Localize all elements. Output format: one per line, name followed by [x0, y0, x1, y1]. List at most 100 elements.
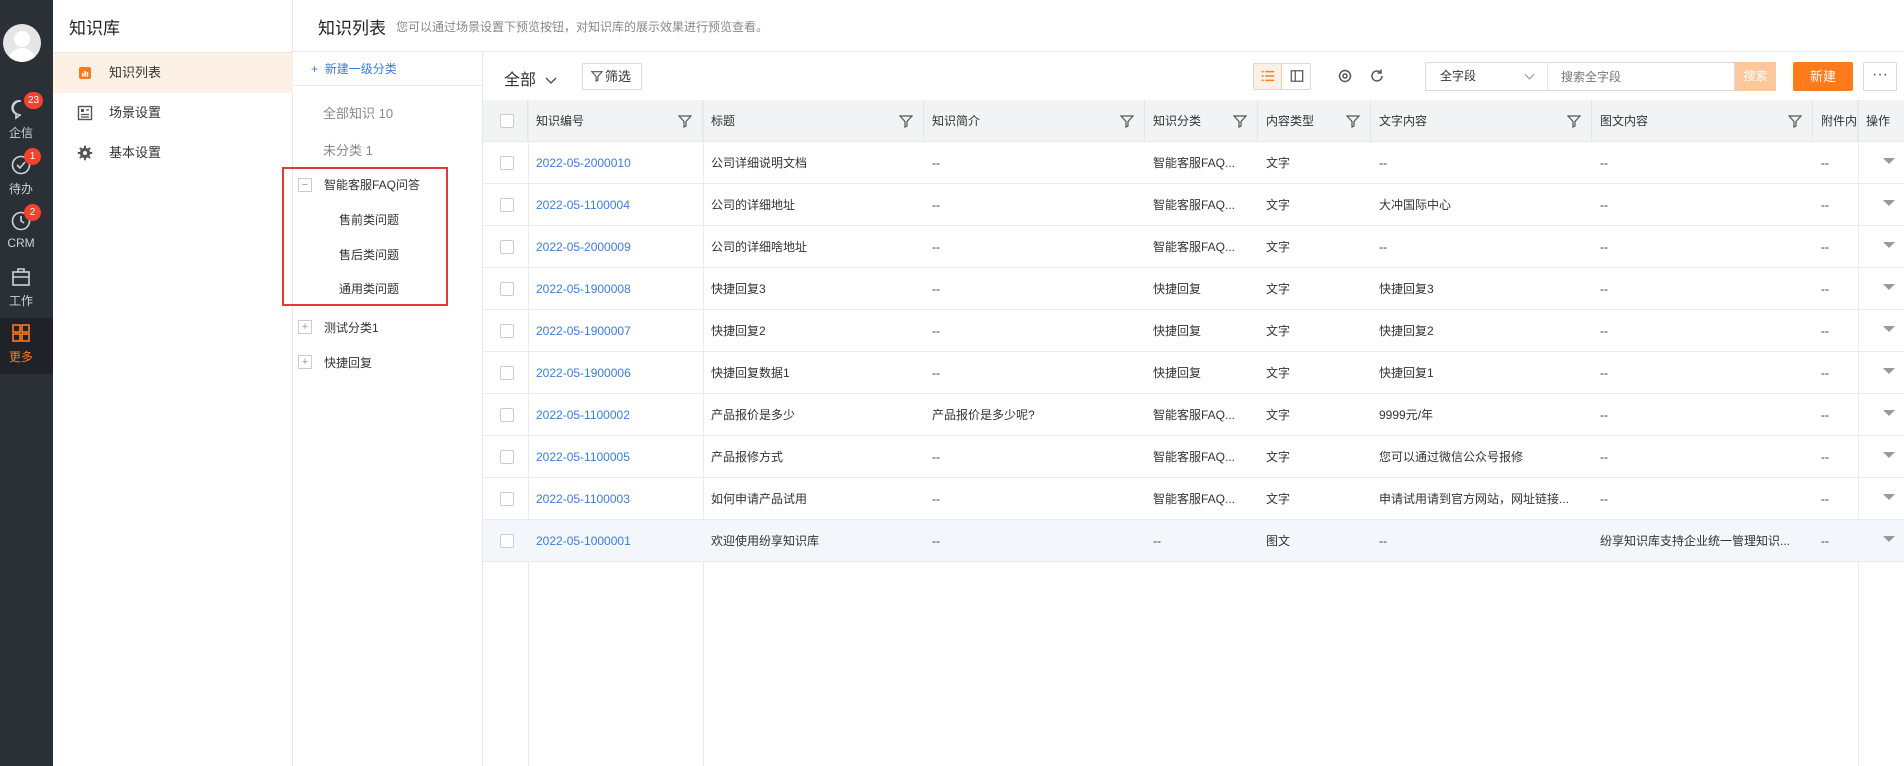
row-checkbox[interactable] — [500, 282, 514, 296]
cell-title: 公司详细说明文档 — [711, 156, 808, 170]
search-button[interactable]: 搜索 — [1735, 62, 1776, 91]
tree-item-test[interactable]: 测试分类1 — [324, 319, 379, 336]
cell-id[interactable]: 2022-05-1100003 — [528, 478, 703, 520]
expand-toggle[interactable]: + — [298, 355, 312, 369]
rail-item-todo[interactable]: 1 待办 — [0, 148, 53, 206]
row-checkbox[interactable] — [500, 324, 514, 338]
cell-id[interactable]: 2022-05-1100005 — [528, 436, 703, 478]
cell-attachment: -- — [1821, 534, 1829, 548]
search-input[interactable] — [1547, 62, 1735, 91]
row-checkbox[interactable] — [500, 198, 514, 212]
sidebar-item-scene-settings[interactable]: 场景设置 — [53, 93, 293, 133]
cell-rich-content: -- — [1600, 198, 1608, 212]
rail-item-label: CRM — [7, 236, 35, 250]
table-row[interactable]: 2022-05-1100005 产品报修方式 -- 智能客服FAQ... 文字 您可以通过… — [483, 436, 1904, 478]
rail-item-crm[interactable]: 2 CRM — [0, 204, 53, 262]
avatar[interactable] — [3, 24, 41, 62]
select-all-checkbox[interactable] — [500, 114, 514, 128]
cell-summary: -- — [932, 198, 940, 212]
tree-item-uncategorized[interactable]: 未分类 1 — [323, 140, 373, 159]
column-header[interactable]: 内容类型 — [1258, 100, 1371, 142]
tree-item-quick-reply[interactable]: 快捷回复 — [324, 354, 372, 371]
filter-icon[interactable] — [1233, 114, 1247, 128]
row-actions-caret-icon[interactable] — [1883, 368, 1895, 374]
row-checkbox[interactable] — [500, 408, 514, 422]
sidebar-item-knowledge-list[interactable]: 知识列表 — [53, 53, 293, 93]
filter-icon[interactable] — [899, 114, 913, 128]
table-row[interactable]: 2022-05-2000010 公司详细说明文档 -- 智能客服FAQ... 文字 -- -… — [483, 142, 1904, 184]
field-select[interactable]: 全字段 — [1425, 62, 1547, 91]
new-category-button[interactable]: + 新建一级分类 — [311, 60, 397, 77]
unread-badge: 23 — [24, 92, 44, 109]
row-checkbox[interactable] — [500, 366, 514, 380]
cell-id[interactable]: 2022-05-1900008 — [528, 268, 703, 310]
row-actions-caret-icon[interactable] — [1883, 410, 1895, 416]
row-actions-caret-icon[interactable] — [1883, 284, 1895, 290]
row-actions-caret-icon[interactable] — [1883, 536, 1895, 542]
column-header[interactable]: 知识编号 — [528, 100, 703, 142]
list-view-button[interactable] — [1254, 64, 1282, 89]
filter-icon[interactable] — [1120, 114, 1134, 128]
row-actions-caret-icon[interactable] — [1883, 494, 1895, 500]
rail-item-more[interactable]: 更多 — [0, 318, 53, 374]
cell-id[interactable]: 2022-05-1000001 — [528, 520, 703, 562]
column-header[interactable]: 知识分类 — [1145, 100, 1258, 142]
table-row[interactable]: 2022-05-1100002 产品报价是多少 产品报价是多少呢? 智能客服FAQ..… — [483, 394, 1904, 436]
row-actions-caret-icon[interactable] — [1883, 452, 1895, 458]
row-actions-caret-icon[interactable] — [1883, 326, 1895, 332]
tree-item-all[interactable]: 全部知识 10 — [323, 103, 393, 122]
column-header[interactable]: 附件内 — [1813, 100, 1858, 142]
column-header[interactable]: 标题 — [703, 100, 924, 142]
cell-title: 欢迎使用纷享知识库 — [711, 534, 820, 548]
row-checkbox[interactable] — [500, 492, 514, 506]
row-actions-caret-icon[interactable] — [1883, 242, 1895, 248]
cell-summary: -- — [932, 534, 940, 548]
sidebar-item-basic-settings[interactable]: 基本设置 — [53, 133, 293, 173]
table-row[interactable]: 2022-05-1000001 欢迎使用纷享知识库 -- -- 图文 -- 纷享知识库支持企… — [483, 520, 1904, 562]
table-row[interactable]: 2022-05-1900008 快捷回复3 -- 快捷回复 文字 快捷回复3 -- -- — [483, 268, 1904, 310]
row-checkbox[interactable] — [500, 240, 514, 254]
column-header-label: 附件内 — [1821, 114, 1858, 128]
column-header[interactable]: 知识简介 — [924, 100, 1145, 142]
column-header[interactable]: 文字内容 — [1371, 100, 1592, 142]
app-rail: 23 企信 1 待办 2 CRM 工作 更多 — [0, 0, 53, 766]
table-row[interactable]: 2022-05-1900006 快捷回复数据1 -- 快捷回复 文字 快捷回复1 -- -- — [483, 352, 1904, 394]
refresh-icon[interactable] — [1368, 67, 1386, 85]
rail-item-work[interactable]: 工作 — [0, 262, 53, 318]
filter-icon[interactable] — [1567, 114, 1581, 128]
cell-text-content: 快捷回复2 — [1379, 324, 1434, 338]
row-checkbox[interactable] — [500, 156, 514, 170]
header-checkbox-cell — [483, 100, 528, 142]
scope-dropdown[interactable]: 全部 — [504, 66, 558, 90]
filter-icon[interactable] — [1346, 114, 1360, 128]
cell-rich-content: -- — [1600, 492, 1608, 506]
cell-id[interactable]: 2022-05-1100004 — [528, 184, 703, 226]
cell-id[interactable]: 2022-05-2000010 — [528, 142, 703, 184]
table-row[interactable]: 2022-05-1100003 如何申请产品试用 -- 智能客服FAQ... 文字 申请试… — [483, 478, 1904, 520]
cell-rich-content: -- — [1600, 450, 1608, 464]
settings-icon[interactable] — [1336, 67, 1354, 85]
grid-icon — [12, 324, 30, 342]
rail-item-label: 工作 — [8, 294, 33, 308]
filter-icon[interactable] — [678, 114, 692, 128]
table-header: 知识编号 标题 知识简介 知识分类 内容类型 文字内容 图文内容 附件内 操作 — [483, 100, 1904, 142]
split-view-button[interactable] — [1283, 64, 1311, 89]
table-row[interactable]: 2022-05-1100004 公司的详细地址 -- 智能客服FAQ... 文字 大冲国际… — [483, 184, 1904, 226]
cell-id[interactable]: 2022-05-1900007 — [528, 310, 703, 352]
cell-id[interactable]: 2022-05-2000009 — [528, 226, 703, 268]
cell-id[interactable]: 2022-05-1900006 — [528, 352, 703, 394]
new-button[interactable]: 新建 — [1793, 62, 1853, 91]
table-row[interactable]: 2022-05-2000009 公司的详细啥地址 -- 智能客服FAQ... 文字 -- -… — [483, 226, 1904, 268]
filter-button[interactable]: 筛选 — [582, 63, 642, 90]
row-checkbox[interactable] — [500, 534, 514, 548]
row-actions-caret-icon[interactable] — [1883, 158, 1895, 164]
cell-id[interactable]: 2022-05-1100002 — [528, 394, 703, 436]
expand-toggle[interactable]: + — [298, 320, 312, 334]
row-checkbox[interactable] — [500, 450, 514, 464]
rail-item-qixin[interactable]: 23 企信 — [0, 92, 53, 150]
column-header[interactable]: 图文内容 — [1592, 100, 1813, 142]
table-row[interactable]: 2022-05-1900007 快捷回复2 -- 快捷回复 文字 快捷回复2 -- -- — [483, 310, 1904, 352]
more-button[interactable]: ··· — [1863, 62, 1897, 91]
filter-icon[interactable] — [1788, 114, 1802, 128]
row-actions-caret-icon[interactable] — [1883, 200, 1895, 206]
